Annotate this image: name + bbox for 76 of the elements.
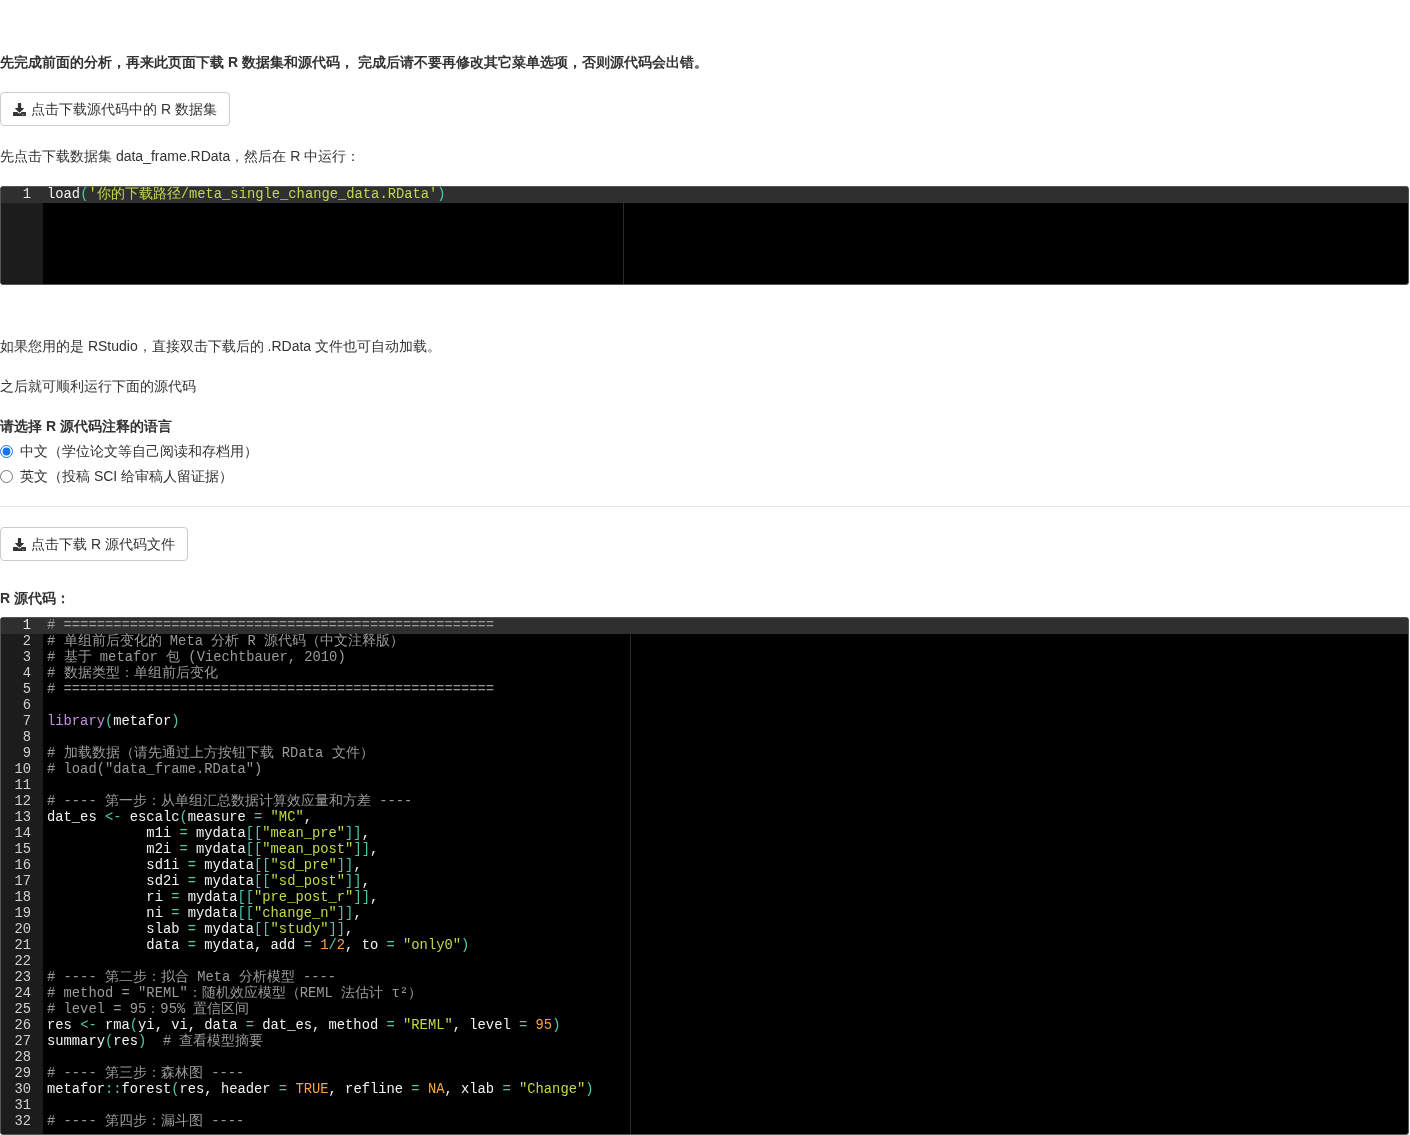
line-number: 1 — [1, 187, 43, 203]
code-line: # ---- 第三步：森林图 ---- — [47, 1066, 245, 1081]
line-number: 3 — [21, 650, 32, 666]
line-number: 5 — [21, 682, 32, 698]
code-line: # ---- 第二步：拟合 Meta 分析模型 ---- — [47, 970, 337, 985]
download-icon — [13, 102, 26, 116]
code-line: data = mydata, add = 1/2, to = "only0") — [145, 938, 470, 953]
line-number: 32 — [13, 1114, 32, 1130]
line-number: 26 — [13, 1018, 32, 1034]
line-number: 9 — [21, 746, 32, 762]
option-label: 中文（学位论文等自己阅读和存档用） — [20, 442, 258, 461]
radio-button[interactable] — [0, 444, 13, 458]
line-number: 30 — [13, 1082, 32, 1098]
code-line: # 数据类型：单组前后变化 — [47, 666, 218, 681]
line-number: 21 — [13, 938, 32, 954]
download-icon — [13, 537, 26, 551]
code-line: sd1i = mydata[["sd_pre"]], — [145, 858, 362, 873]
line-number: 10 — [13, 762, 32, 778]
line-number: 2 — [21, 634, 32, 650]
line-number: 27 — [13, 1034, 32, 1050]
code-line: ri = mydata[["pre_post_r"]], — [145, 890, 379, 905]
line-number: 4 — [21, 666, 32, 682]
code-line: # ---- 第一步：从单组汇总数据计算效应量和方差 ---- — [47, 794, 413, 809]
download-button[interactable]: 点击下载 R 源代码文件 — [0, 527, 188, 561]
line-number: 7 — [21, 714, 32, 730]
line-number: 22 — [13, 954, 32, 970]
line-number: 8 — [21, 730, 32, 746]
line-number: 28 — [13, 1050, 32, 1066]
line-number: 12 — [13, 794, 32, 810]
code-line: m2i = mydata[["mean_post"]], — [145, 842, 379, 857]
line-number: 15 — [13, 842, 32, 858]
line-number: 31 — [13, 1098, 32, 1114]
code-line: dat_es <- escalc(measure = "MC", — [47, 810, 312, 825]
line-number: 19 — [13, 906, 32, 922]
rstudio-note: 如果您用的是 RStudio，直接双击下载后的 .RData 文件也可自动加载。 — [0, 337, 442, 356]
note-text: 之后就可顺利运行下面的源代码 — [0, 377, 196, 396]
line-number: 6 — [21, 698, 32, 714]
line-number: 1 — [1, 618, 43, 634]
line-number: 20 — [13, 922, 32, 938]
code-editor[interactable] — [0, 617, 1409, 1135]
code-line: # load("data_frame.RData") — [47, 762, 263, 777]
line-number: 11 — [13, 778, 32, 794]
language-prompt: 请选择 R 源代码注释的语言 — [0, 417, 172, 436]
code-line: slab = mydata[["study"]], — [145, 922, 354, 937]
code-line: # ==================================================== — [47, 682, 495, 697]
line-number: 16 — [13, 858, 32, 874]
line-number: 17 — [13, 874, 32, 890]
radio-button[interactable] — [0, 469, 13, 483]
code-line: m1i = mydata[["mean_pre"]], — [145, 826, 370, 841]
section-heading: R 源代码： — [0, 589, 70, 608]
line-number: 18 — [13, 890, 32, 906]
code-line: ni = mydata[["change_n"]], — [145, 906, 362, 921]
code-line: # 基于 metafor 包 (Viechtbauer, 2010) — [47, 650, 346, 665]
code-line: # 加载数据（请先通过上方按钮下载 RData 文件） — [47, 746, 374, 761]
code-line: sd2i = mydata[["sd_post"]], — [145, 874, 370, 889]
line-number: 24 — [13, 986, 32, 1002]
line-number: 14 — [13, 826, 32, 842]
code-line: # ==================================================== — [47, 618, 495, 633]
instruction-text: 先点击下载数据集 data_frame.RData，然后在 R 中运行： — [0, 147, 361, 166]
code-line: # ---- 第四步：漏斗图 ---- — [47, 1114, 245, 1129]
line-number: 23 — [13, 970, 32, 986]
code-line: load('你的下载路径/meta_single_change_data.RData') — [47, 187, 446, 202]
intro-text: 先完成前面的分析，再来此页面下载 R 数据集和源代码， 完成后请不要再修改其它菜单选项，否则源代码会出错。 — [0, 53, 708, 72]
line-number: 25 — [13, 1002, 32, 1018]
line-number: 29 — [13, 1066, 32, 1082]
code-editor[interactable]: 1 load('你的下载路径/meta_single_change_data.RData') — [0, 186, 1409, 285]
line-number: 13 — [13, 810, 32, 826]
download-button[interactable]: 点击下载源代码中的 R 数据集 — [0, 92, 230, 126]
code-line: # level = 95：95% 置信区间 — [47, 1002, 250, 1017]
code-line: library(metafor) — [47, 714, 180, 729]
code-line: # method = "REML"：随机效应模型（REML 法估计 τ²） — [47, 986, 422, 1001]
code-line: summary(res) # 查看模型摘要 — [47, 1034, 264, 1049]
code-line: metafor::forest(res, header = TRUE, refline = NA, xlab = "Change") — [47, 1082, 594, 1097]
option-label: 英文（投稿 SCI 给审稿人留证据） — [20, 467, 234, 486]
code-line: # 单组前后变化的 Meta 分析 R 源代码（中文注释版） — [47, 634, 405, 649]
code-line: res <- rma(yi, vi, data = dat_es, method = "REML", level = 95) — [47, 1018, 561, 1033]
